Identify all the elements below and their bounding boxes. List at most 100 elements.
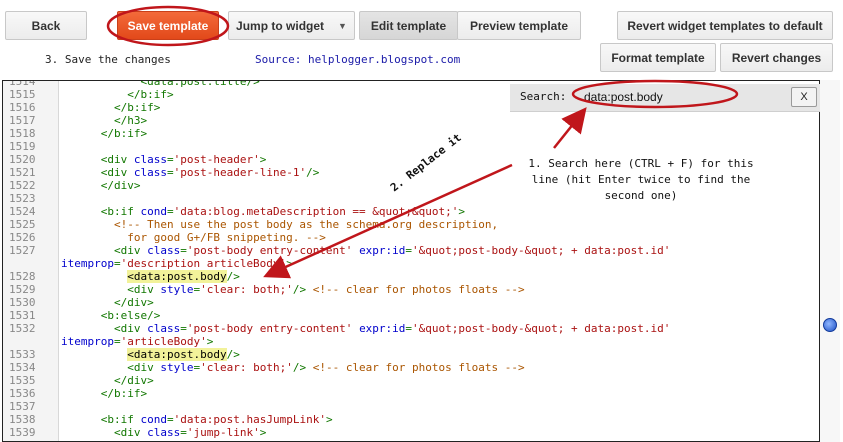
code-token: <div: [100, 166, 134, 179]
code-token: <b:if: [100, 205, 141, 218]
code-token: '&quot;post-body-&quot; + data:post.id': [412, 322, 671, 335]
code-token: itemprop: [61, 257, 114, 270]
search-close-button[interactable]: X: [791, 87, 817, 107]
code-token: </div>: [100, 179, 141, 192]
code-token: expr:id: [359, 244, 406, 257]
code-token: >: [259, 426, 267, 439]
code-line: 1517 </h3>: [3, 114, 819, 127]
line-number: 1517: [9, 114, 36, 127]
line-code: <div class='post-header-line-1'/>: [61, 166, 320, 179]
template-code-editor[interactable]: 1514 <data:post.title/> 1515 </b:if> 1516 …: [2, 80, 820, 442]
line-code: <div class='post-body entry-content' exp…: [61, 322, 670, 335]
code-token: class: [133, 153, 167, 166]
line-number: 1514: [9, 80, 36, 88]
code-line: 1526 for good G+/FB snippeting. -->: [3, 231, 819, 244]
search-label: Search:: [520, 90, 567, 103]
code-token: =: [180, 426, 187, 439]
code-token: <b:if: [100, 413, 141, 426]
code-line: 1535 </div>: [3, 374, 819, 387]
code-line: 1525 <!-- Then use the post body as the …: [3, 218, 819, 231]
code-token: cond: [140, 205, 168, 218]
code-line: 1529 <div style='clear: both;'/> <!-- cl…: [3, 283, 819, 296]
line-code: <b:if cond='data:post.hasJumpLink'>: [61, 413, 333, 426]
line-code: <b:if cond='data:blog.metaDescription ==…: [61, 205, 465, 218]
line-number: 1515: [9, 88, 36, 101]
code-line: 1519: [3, 140, 819, 153]
code-token: for good G+/FB snippeting. -->: [127, 231, 326, 244]
line-number: 1531: [9, 309, 36, 322]
line-code: </b:if>: [61, 127, 147, 140]
code-token: />: [226, 348, 240, 361]
jump-to-widget-label: Jump to widget: [236, 18, 325, 33]
tab-edit-template[interactable]: Edit template: [359, 11, 458, 40]
code-token: =: [167, 166, 174, 179]
code-line-wrap: itemprop='description articleBody'>: [3, 257, 819, 270]
back-button[interactable]: Back: [5, 11, 87, 40]
chevron-down-icon: ▼: [338, 20, 347, 31]
code-token: 'post-header': [173, 153, 260, 166]
line-code: </b:if>: [61, 387, 147, 400]
line-number: 1536: [9, 387, 36, 400]
code-token: =: [167, 205, 174, 218]
code-token: >: [259, 153, 267, 166]
code-token: =: [167, 153, 174, 166]
format-template-button[interactable]: Format template: [600, 43, 716, 72]
line-number: 1527: [9, 244, 36, 257]
line-number: 1529: [9, 283, 36, 296]
code-line: 1536 </b:if>: [3, 387, 819, 400]
code-token: style: [160, 361, 194, 374]
code-token: class: [147, 322, 181, 335]
code-token: 'articleBody': [120, 335, 207, 348]
jump-to-widget-dropdown[interactable]: Jump to widget ▼: [228, 11, 355, 40]
code-token: class: [133, 166, 167, 179]
line-code: <div style='clear: both;'/> <!-- clear f…: [61, 283, 524, 296]
code-token: style: [160, 283, 194, 296]
search-input[interactable]: [580, 87, 740, 107]
search-panel: Search: X: [510, 84, 820, 112]
revert-changes-button[interactable]: Revert changes: [720, 43, 833, 72]
line-code: <div style='clear: both;'/> <!-- clear f…: [61, 361, 525, 374]
code-line: 1533 <data:post.body/>: [3, 348, 819, 361]
line-code: </b:if>: [61, 101, 160, 114]
revert-widget-templates-button[interactable]: Revert widget templates to default: [617, 11, 833, 40]
code-token: />: [306, 166, 320, 179]
line-code: <!-- Then use the post body as the schem…: [61, 218, 498, 231]
code-line: 1534 <div style='clear: both;'/> <!-- cl…: [3, 361, 819, 374]
code-token: 'post-header-line-1': [173, 166, 307, 179]
line-number: 1519: [9, 140, 36, 153]
line-number: 1522: [9, 179, 36, 192]
code-token: =: [113, 335, 121, 348]
line-code: </h3>: [61, 114, 147, 127]
code-token: <b:else/>: [100, 309, 161, 322]
code-token: class: [147, 426, 181, 439]
code-token: <data:post.title/>: [140, 80, 260, 88]
code-token: >: [458, 205, 466, 218]
save-template-button[interactable]: Save template: [117, 11, 219, 40]
line-number: 1534: [9, 361, 36, 374]
line-code: itemprop='articleBody'>: [61, 335, 213, 348]
code-token: </b:if>: [100, 387, 148, 400]
code-token: <!-- clear for photos floats -->: [312, 361, 525, 374]
code-token: class: [147, 244, 181, 257]
scroll-thumb[interactable]: [823, 318, 837, 332]
code-token: <div: [113, 426, 148, 439]
code-token: expr:id: [359, 322, 406, 335]
line-number: 1525: [9, 218, 36, 231]
line-code: <div class='post-header'>: [61, 153, 267, 166]
line-number: 1532: [9, 322, 36, 335]
code-line: 1524 <b:if cond='data:blog.metaDescripti…: [3, 205, 819, 218]
editor-scrollbar[interactable]: [820, 80, 840, 442]
tab-preview-template[interactable]: Preview template: [457, 11, 581, 40]
code-token: 'post-body entry-content': [186, 322, 353, 335]
